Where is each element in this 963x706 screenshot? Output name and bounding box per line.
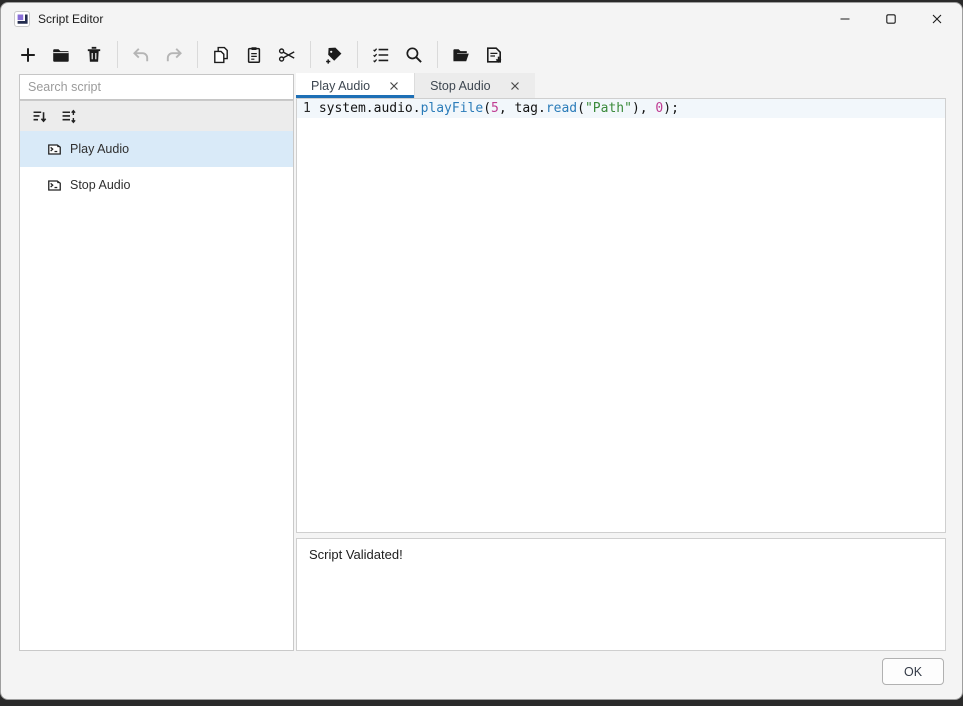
minimize-icon [839, 13, 851, 25]
folder-icon [51, 45, 71, 65]
sort-descending-icon [31, 108, 48, 125]
search-input[interactable] [19, 74, 294, 100]
script-icon [46, 177, 63, 194]
tab-stop-audio[interactable]: Stop Audio [414, 73, 534, 98]
window-controls [822, 3, 960, 35]
app-icon [14, 11, 30, 27]
window-title: Script Editor [38, 12, 103, 26]
script-list-panel: Play Audio Stop Audio [19, 100, 294, 651]
tab-close-button[interactable] [389, 81, 399, 91]
add-script-icon [18, 45, 38, 65]
toolbar-delete-button[interactable] [79, 40, 109, 70]
toolbar-folder-button[interactable] [46, 40, 76, 70]
maximize-button[interactable] [868, 3, 914, 35]
sort-custom-button[interactable] [56, 104, 80, 128]
redo-icon [164, 45, 184, 65]
toolbar-save-export-button[interactable] [479, 40, 509, 70]
code-token: ( [483, 101, 491, 116]
toolbar-copy-button[interactable] [206, 40, 236, 70]
titlebar: Script Editor [1, 3, 962, 35]
toolbar-separator [310, 41, 311, 68]
minimize-button[interactable] [822, 3, 868, 35]
toolbar-cut-button[interactable] [272, 40, 302, 70]
script-item-label: Stop Audio [70, 178, 130, 192]
tab-bar: Play Audio Stop Audio [296, 73, 944, 98]
delete-icon [84, 45, 104, 65]
checklist-icon [371, 45, 391, 65]
line-number: 1 [303, 101, 311, 116]
toolbar-undo-button[interactable] [126, 40, 156, 70]
code-token: ), [632, 101, 655, 116]
code-token: , tag. [499, 101, 546, 116]
code-token: "Path" [585, 101, 632, 116]
toolbar-redo-button[interactable] [159, 40, 189, 70]
toolbar-add-tag-button[interactable] [319, 40, 349, 70]
code-token: ); [663, 101, 679, 116]
toolbar [13, 36, 950, 73]
search-icon [404, 45, 424, 65]
toolbar-separator [117, 41, 118, 68]
code-token: system.audio. [319, 101, 421, 116]
code-token: playFile [421, 101, 484, 116]
sort-custom-icon [60, 108, 77, 125]
code-token: ( [577, 101, 585, 116]
open-folder-icon [451, 45, 471, 65]
close-button[interactable] [914, 3, 960, 35]
toolbar-paste-button[interactable] [239, 40, 269, 70]
script-item-play-audio[interactable]: Play Audio [20, 131, 293, 167]
sort-bar [20, 101, 293, 131]
save-export-icon [484, 45, 504, 65]
validation-message: Script Validated! [309, 547, 403, 562]
script-list: Play Audio Stop Audio [20, 131, 293, 203]
code-token: 5 [491, 101, 499, 116]
cut-icon [277, 45, 297, 65]
code-editor[interactable]: 1system.audio.playFile(5, tag.read("Path… [296, 98, 946, 533]
close-icon [510, 81, 520, 91]
tab-close-button[interactable] [510, 81, 520, 91]
sort-descending-button[interactable] [27, 104, 51, 128]
undo-icon [131, 45, 151, 65]
script-icon [46, 141, 63, 158]
tab-label: Play Audio [311, 79, 370, 93]
maximize-icon [885, 13, 897, 25]
script-item-label: Play Audio [70, 142, 129, 156]
toolbar-open-folder-button[interactable] [446, 40, 476, 70]
tab-play-audio[interactable]: Play Audio [296, 73, 414, 98]
toolbar-separator [357, 41, 358, 68]
tab-label: Stop Audio [430, 79, 490, 93]
add-tag-icon [324, 45, 344, 65]
script-editor-window: Script Editor Play Audio Stop Audio Play … [0, 2, 963, 700]
toolbar-checklist-button[interactable] [366, 40, 396, 70]
toolbar-search-button[interactable] [399, 40, 429, 70]
script-item-stop-audio[interactable]: Stop Audio [20, 167, 293, 203]
close-icon [931, 13, 943, 25]
toolbar-add-script-button[interactable] [13, 40, 43, 70]
toolbar-separator [437, 41, 438, 68]
copy-icon [211, 45, 231, 65]
paste-icon [244, 45, 264, 65]
code-line: 1system.audio.playFile(5, tag.read("Path… [297, 99, 945, 118]
validation-message-panel: Script Validated! [296, 538, 946, 651]
code-token: read [546, 101, 577, 116]
ok-button[interactable]: OK [882, 658, 944, 685]
toolbar-separator [197, 41, 198, 68]
close-icon [389, 81, 399, 91]
